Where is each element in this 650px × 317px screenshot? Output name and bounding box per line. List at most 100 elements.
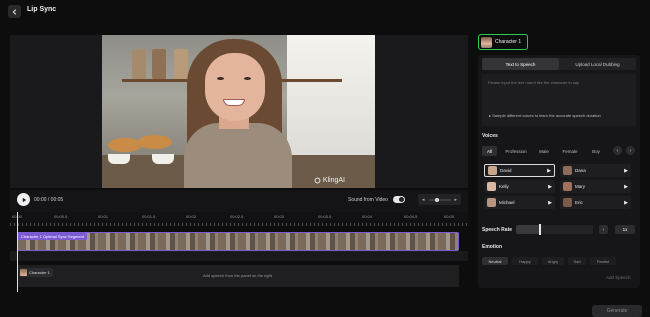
kling-logo-icon	[314, 177, 321, 184]
top-bar: Lip Sync	[0, 0, 650, 22]
add-speech-button[interactable]: Add Speech	[606, 275, 631, 280]
watermark-text: KlingAI	[322, 177, 345, 184]
speech-track-character-label: Character 1	[29, 270, 50, 275]
voice-card-kelly[interactable]: Kelly ▶	[484, 180, 555, 193]
emotion-sad[interactable]: Sad	[568, 257, 586, 265]
ruler-ticks	[10, 223, 468, 226]
voice-card-david[interactable]: David ▶	[484, 164, 555, 177]
shelf-jar	[174, 49, 188, 79]
mode-tabs: Text to Speech Upload Local Dubbing	[482, 58, 636, 70]
character-tab-label: Character 1	[495, 39, 522, 45]
voice-name: Michael	[499, 200, 515, 205]
volume-high-icon: ▸	[454, 196, 457, 203]
woman-eye	[244, 77, 251, 80]
voice-avatar	[488, 166, 497, 175]
shelf-jar	[132, 49, 146, 79]
speech-rate-title: Speech Rate	[482, 227, 513, 233]
timeline-tick: 00:05	[444, 214, 455, 219]
speech-rate-value[interactable]: 1x	[615, 225, 635, 234]
timeline-tick: 00:00.5	[54, 214, 68, 219]
voice-name: Kelly	[499, 184, 509, 189]
woman-sweater	[184, 123, 292, 188]
filters-next-button[interactable]: ›	[626, 146, 635, 155]
woman-smile	[223, 99, 245, 106]
voice-avatar	[563, 166, 572, 175]
shelf-jar	[152, 49, 166, 79]
play-icon	[22, 197, 26, 202]
croissant	[108, 138, 142, 152]
voice-name: David	[500, 168, 512, 173]
timeline-tick: 00:02.5	[230, 214, 244, 219]
play-icon[interactable]: ▶	[624, 184, 628, 190]
voice-card-mary[interactable]: Mary ▶	[560, 180, 631, 193]
emotion-angry[interactable]: Angry	[542, 257, 564, 265]
voice-avatar	[487, 182, 496, 191]
filter-all[interactable]: All	[482, 146, 497, 156]
timeline-tick: 00:04	[362, 214, 373, 219]
emotion-fearful[interactable]: Fearful	[590, 257, 616, 265]
voice-avatar	[563, 182, 572, 191]
filter-male[interactable]: Male	[535, 146, 553, 156]
volume-slider-icon	[428, 197, 451, 202]
playhead[interactable]	[17, 212, 18, 292]
sound-from-video-label: Sound from Video	[348, 197, 388, 203]
speech-rate-decrease[interactable]: ‹	[599, 225, 608, 234]
timeline-tick: 00:03.5	[318, 214, 332, 219]
script-placeholder: Please input the text now'd like the cha…	[488, 80, 580, 85]
page-title: Lip Sync	[27, 6, 57, 13]
filters-prev-button[interactable]: ‹	[613, 146, 622, 155]
sound-from-video-toggle[interactable]	[393, 196, 405, 203]
kling-watermark: KlingAI	[314, 177, 345, 184]
tab-text-to-speech[interactable]: Text to Speech	[482, 58, 559, 70]
timeline-tick: 00:02	[186, 214, 197, 219]
sample-hint: ▸ Sample different voices to learn the a…	[489, 113, 601, 118]
coffee-cup	[152, 154, 174, 164]
voice-card-dana[interactable]: Dana ▶	[560, 164, 631, 177]
play-icon[interactable]: ▶	[548, 184, 552, 190]
voices-title: Voices	[482, 133, 498, 139]
back-button[interactable]	[8, 5, 21, 18]
speech-rate-handle[interactable]	[539, 224, 541, 235]
timeline-tick: 00:04.5	[404, 214, 418, 219]
video-track-label: Character 1 Optimal Sync Segment	[18, 233, 87, 240]
voice-name: Dana	[575, 168, 586, 173]
coffee-cup	[108, 154, 130, 164]
arrow-left-icon	[12, 8, 16, 15]
voice-card-eric[interactable]: Eric ▶	[560, 196, 631, 209]
play-button[interactable]	[17, 193, 30, 206]
emotion-happy[interactable]: Happy	[512, 257, 538, 265]
sample-hint-text: Sample different voices to learn the acc…	[492, 113, 601, 118]
woman-eye	[217, 77, 224, 80]
volume-low-icon: ◂	[422, 196, 425, 203]
speech-rate-fill	[516, 225, 539, 234]
character-avatar	[481, 36, 492, 48]
track-gap	[10, 251, 468, 261]
play-icon[interactable]: ▶	[624, 168, 628, 174]
voice-avatar	[487, 198, 496, 207]
chevron-left-icon: ‹	[616, 147, 619, 154]
timeline-tick: 00:01	[98, 214, 109, 219]
volume-control[interactable]: ◂ ▸	[418, 194, 461, 205]
croissant	[138, 135, 172, 149]
play-icon[interactable]: ▶	[547, 168, 551, 174]
filter-female[interactable]: Female	[558, 146, 582, 156]
timeline-tick: 00:03	[274, 214, 285, 219]
play-icon[interactable]: ▶	[624, 200, 628, 206]
tab-upload-local-dubbing[interactable]: Upload Local Dubbing	[559, 58, 636, 70]
character-tab[interactable]: Character 1	[478, 34, 528, 50]
woman-face	[205, 53, 265, 121]
character-avatar	[20, 269, 27, 276]
speech-track-hint: Add speech from the panel on the right	[203, 273, 272, 278]
voice-avatar	[563, 198, 572, 207]
voice-name: Mary	[575, 184, 585, 189]
voice-card-michael[interactable]: Michael ▶	[484, 196, 555, 209]
generate-button[interactable]: Generate	[592, 305, 642, 317]
video-preview[interactable]: KlingAI	[102, 35, 375, 188]
chevron-right-icon: ›	[629, 147, 632, 154]
filter-profession[interactable]: Profession	[502, 146, 530, 156]
emotion-neutral[interactable]: Neutral	[482, 257, 508, 265]
play-icon[interactable]: ▶	[548, 200, 552, 206]
filter-boy[interactable]: Boy	[587, 146, 605, 156]
time-readout: 00:00 / 00:05	[34, 197, 64, 203]
speech-track-character[interactable]: Character 1	[19, 268, 53, 277]
